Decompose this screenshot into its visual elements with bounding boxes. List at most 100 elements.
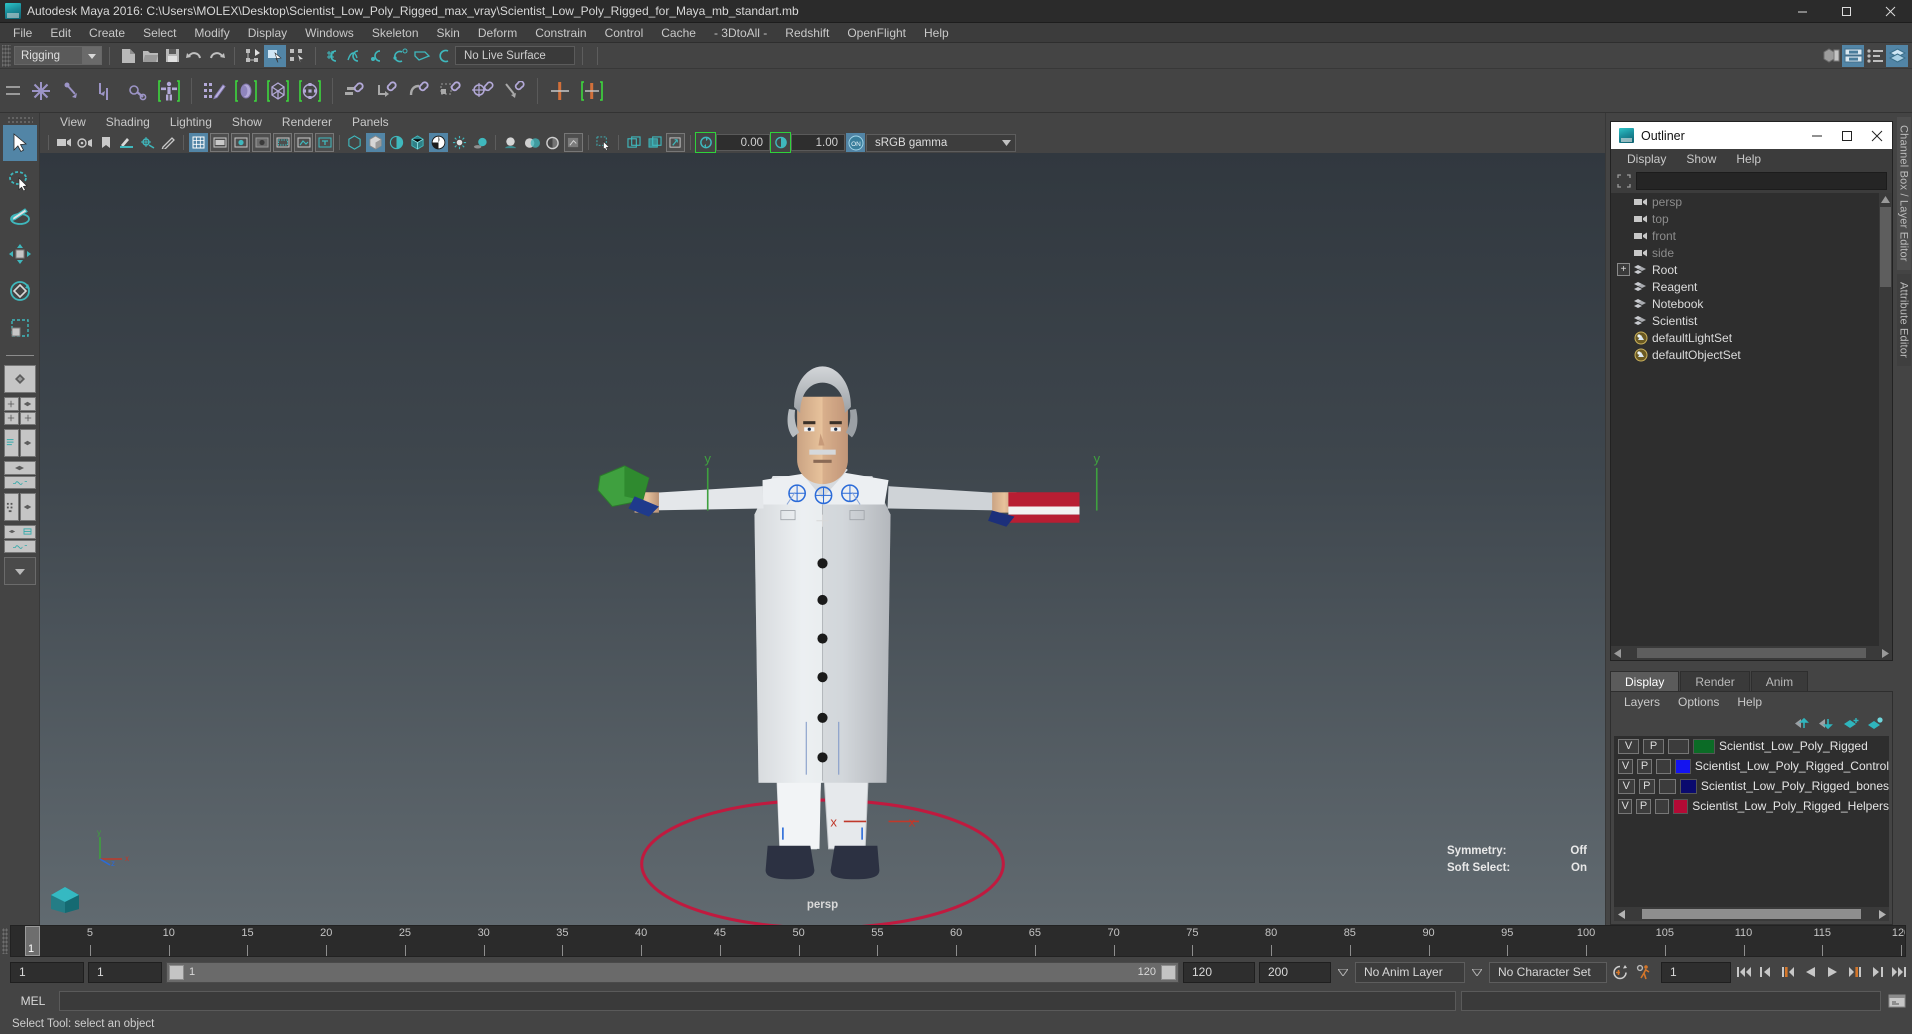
two-d-pan-zoom-icon[interactable]	[138, 133, 157, 152]
step-forward-key-icon[interactable]	[1845, 962, 1864, 982]
menu-display[interactable]: Display	[239, 23, 296, 43]
minimize-button[interactable]	[1780, 0, 1824, 23]
outliner-filter-icon[interactable]	[1616, 174, 1631, 189]
outliner-menu-display[interactable]: Display	[1617, 149, 1676, 169]
viewport-tear-off-icon[interactable]	[645, 133, 664, 152]
character-set-field[interactable]: No Character Set	[1489, 961, 1607, 983]
move-layer-down-icon[interactable]	[1819, 717, 1836, 730]
command-input-field[interactable]	[59, 990, 1456, 1011]
menu-skeleton[interactable]: Skeleton	[363, 23, 428, 43]
paint-select-tool-button[interactable]	[3, 199, 37, 235]
grease-pencil-icon[interactable]	[159, 133, 178, 152]
aim-constraint-icon[interactable]	[468, 75, 498, 107]
range-slider-start-handle[interactable]	[169, 964, 184, 980]
isolate-select-icon[interactable]	[501, 133, 520, 152]
show-hide-channel-box-icon[interactable]	[1886, 44, 1908, 67]
color-management-select[interactable]: sRGB gamma	[866, 133, 1016, 152]
viewport-maximize-icon[interactable]	[666, 133, 685, 152]
tab-anim[interactable]: Anim	[1750, 671, 1809, 691]
layout-single-perspective-button[interactable]	[3, 364, 37, 394]
layer-playback-toggle[interactable]: P	[1638, 778, 1656, 794]
outliner-close-button[interactable]	[1862, 122, 1892, 149]
viewport-panel-copy-icon[interactable]	[624, 133, 643, 152]
point-constraint-icon[interactable]	[372, 75, 402, 107]
layer-state-toggle[interactable]	[1668, 738, 1689, 754]
outliner-item-root[interactable]: + Root	[1611, 261, 1892, 278]
layout-four-view-button[interactable]	[3, 396, 37, 426]
scroll-right-icon[interactable]	[1879, 646, 1892, 660]
outliner-tree[interactable]: persp top front side + Root Reagent Note…	[1611, 193, 1892, 646]
mirror-joint-icon[interactable]	[545, 75, 575, 107]
outliner-search-input[interactable]	[1636, 172, 1887, 190]
new-scene-icon[interactable]	[117, 45, 139, 67]
vp-menu-shading[interactable]: Shading	[96, 113, 160, 132]
lasso-select-tool-button[interactable]	[3, 162, 37, 198]
layer-row[interactable]: V P Scientist_Low_Poly_Rigged_Control	[1614, 756, 1889, 776]
layout-outliner-persp-button[interactable]	[3, 428, 37, 458]
create-joint-icon[interactable]	[26, 75, 56, 107]
outliner-item-front[interactable]: front	[1611, 227, 1892, 244]
select-by-component-icon[interactable]	[286, 45, 308, 67]
time-slider-gripper[interactable]	[0, 925, 10, 957]
live-surface-field[interactable]: No Live Surface	[455, 46, 575, 65]
menu-constrain[interactable]: Constrain	[526, 23, 595, 43]
outliner-title-bar[interactable]: Outliner	[1611, 122, 1892, 149]
snap-to-point-icon[interactable]	[367, 45, 389, 67]
grid-toggle-icon[interactable]	[189, 133, 208, 152]
exposure-toggle-icon[interactable]	[522, 133, 541, 152]
step-back-frame-icon[interactable]	[1757, 962, 1776, 982]
layer-state-toggle[interactable]	[1656, 758, 1672, 774]
layer-visibility-toggle[interactable]: V	[1618, 778, 1635, 794]
play-backwards-icon[interactable]	[1801, 962, 1820, 982]
maximize-button[interactable]	[1824, 0, 1868, 23]
smooth-shade-selected-icon[interactable]	[387, 133, 406, 152]
smooth-shade-all-icon[interactable]	[366, 133, 385, 152]
wireframe-on-shaded-icon[interactable]	[408, 133, 427, 152]
layer-playback-toggle[interactable]: P	[1637, 758, 1653, 774]
menu-set-selector[interactable]: Rigging	[14, 46, 102, 65]
layer-state-toggle[interactable]	[1654, 798, 1670, 814]
select-tool-button[interactable]	[2, 125, 37, 161]
outliner-item-notebook[interactable]: Notebook	[1611, 295, 1892, 312]
outliner-item-side[interactable]: side	[1611, 244, 1892, 261]
use-all-lights-icon[interactable]	[450, 133, 469, 152]
wireframe-shading-icon[interactable]	[345, 133, 364, 152]
scale-constraint-icon[interactable]	[436, 75, 466, 107]
chevron-down-icon[interactable]	[1469, 968, 1485, 976]
side-tab-channel-box-layer-editor[interactable]: Channel Box / Layer Editor	[1896, 117, 1911, 270]
shelf-tabs-toggle[interactable]	[0, 69, 26, 113]
exposure-value[interactable]: 0.00	[716, 134, 770, 151]
pole-vector-constraint-icon[interactable]	[500, 75, 530, 107]
quick-rig-icon[interactable]	[154, 75, 184, 107]
layer-menu-layers[interactable]: Layers	[1615, 692, 1669, 712]
insert-joint-icon[interactable]	[122, 75, 152, 107]
menu-3dtoall[interactable]: - 3DtoAll -	[705, 23, 776, 43]
step-back-key-icon[interactable]	[1779, 962, 1798, 982]
layer-row[interactable]: V P Scientist_Low_Poly_Rigged_Helpers	[1614, 796, 1889, 816]
go-to-end-icon[interactable]	[1889, 962, 1908, 982]
layer-playback-toggle[interactable]: P	[1636, 798, 1651, 814]
select-by-hierarchy-icon[interactable]	[242, 45, 264, 67]
menu-create[interactable]: Create	[80, 23, 134, 43]
layer-visibility-toggle[interactable]: V	[1618, 798, 1633, 814]
vp-menu-lighting[interactable]: Lighting	[160, 113, 222, 132]
vp-menu-show[interactable]: Show	[222, 113, 272, 132]
menu-file[interactable]: File	[4, 23, 41, 43]
move-tool-button[interactable]	[3, 236, 37, 272]
outliner-item-scientist[interactable]: Scientist	[1611, 312, 1892, 329]
film-gate-overlay-icon[interactable]	[273, 133, 292, 152]
rotate-tool-button[interactable]	[3, 273, 37, 309]
snap-to-view-planes-icon[interactable]	[411, 45, 433, 67]
snap-to-curve-icon[interactable]	[345, 45, 367, 67]
animation-preferences-icon[interactable]	[1634, 962, 1653, 982]
toolbox-gripper[interactable]	[6, 116, 33, 124]
layer-list-horizontal-scrollbar[interactable]	[1614, 907, 1889, 921]
gamma-toggle-icon[interactable]	[543, 133, 562, 152]
undo-icon[interactable]	[183, 45, 205, 67]
layer-color-swatch[interactable]	[1693, 738, 1715, 754]
scrollbar-thumb[interactable]	[1642, 909, 1861, 919]
time-slider-cursor[interactable]: 1	[25, 926, 40, 956]
outliner-item-defaultlightset[interactable]: defaultLightSet	[1611, 329, 1892, 346]
create-ik-handle-icon[interactable]	[58, 75, 88, 107]
gamma-icon[interactable]	[770, 132, 791, 153]
